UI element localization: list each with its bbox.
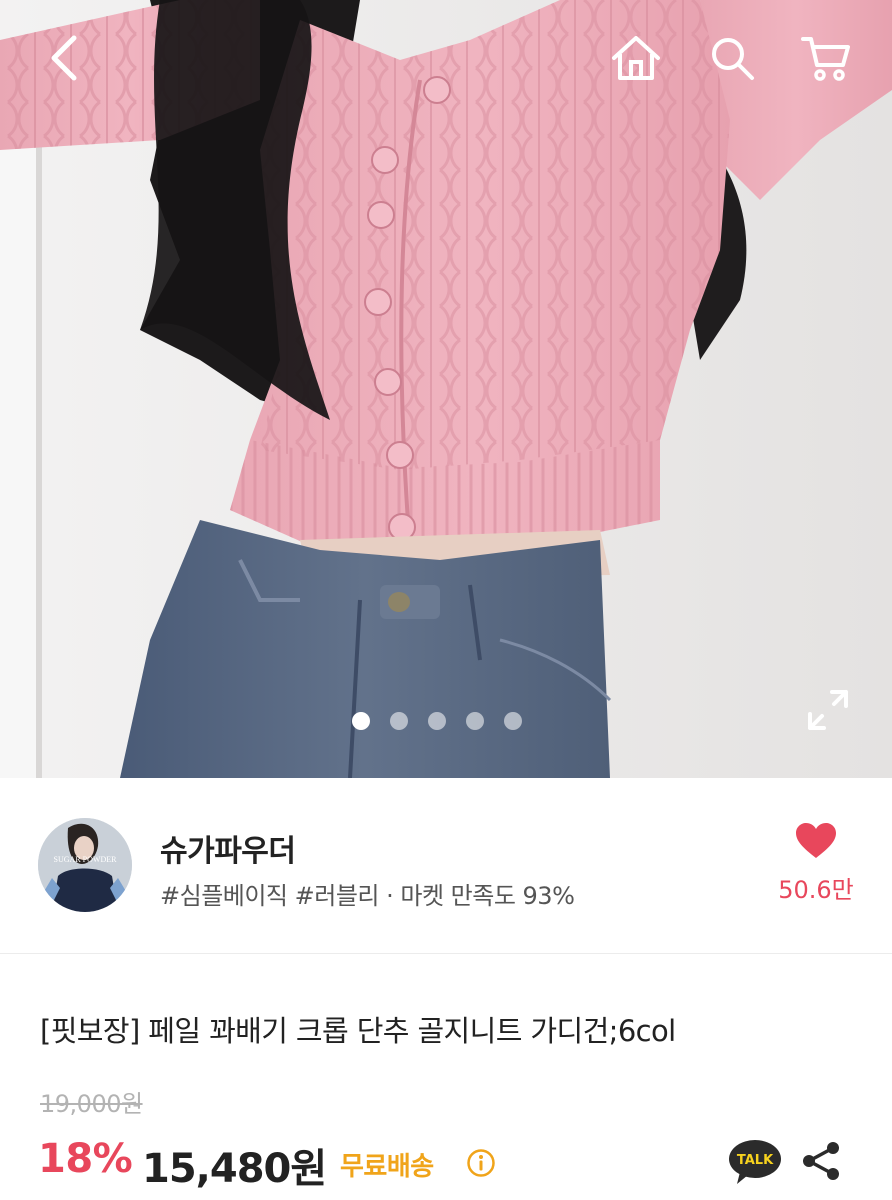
shipping-info-button[interactable] [466, 1148, 496, 1178]
product-photo [0, 0, 892, 778]
back-button[interactable] [36, 30, 92, 86]
chevron-left-icon [51, 35, 77, 81]
carousel-dot[interactable] [352, 712, 370, 730]
carousel-dot[interactable] [466, 712, 484, 730]
home-icon [612, 36, 660, 80]
expand-button[interactable] [804, 686, 852, 734]
search-button[interactable] [704, 30, 760, 86]
like-count: 50.6만 [778, 876, 854, 904]
original-price: 19,000원 [40, 1090, 143, 1118]
share-button[interactable] [800, 1140, 842, 1182]
carousel-dot[interactable] [428, 712, 446, 730]
store-avatar-text: SUGAR POWDER [54, 855, 118, 864]
product-title: [핏보장] 페일 꽈배기 크롭 단추 골지니트 가디건;6col [40, 1014, 676, 1048]
discount-rate: 18% [38, 1136, 133, 1182]
info-icon [467, 1149, 495, 1177]
carousel-indicator [352, 712, 522, 730]
store-tags: #심플베이직 #러블리 · 마켓 만족도 93% [160, 882, 575, 910]
product-image-gallery[interactable] [0, 0, 892, 778]
talk-label: TALK [737, 1153, 774, 1168]
carousel-dot[interactable] [504, 712, 522, 730]
store-avatar-image: SUGAR POWDER [38, 818, 132, 912]
free-shipping-label: 무료배송 [340, 1152, 434, 1182]
cart-button[interactable] [798, 30, 854, 86]
heart-icon [796, 823, 836, 858]
store-name[interactable]: 슈가파우더 [160, 826, 296, 870]
like-button[interactable]: 50.6만 [766, 822, 866, 905]
kakao-talk-button[interactable]: TALK [728, 1138, 782, 1186]
home-button[interactable] [608, 30, 664, 86]
carousel-dot[interactable] [390, 712, 408, 730]
store-info: SUGAR POWDER 슈가파우더 #심플베이직 #러블리 · 마켓 만족도 … [0, 778, 892, 954]
sale-price: 15,480원 [142, 1146, 327, 1192]
expand-icon [808, 690, 848, 730]
store-avatar[interactable]: SUGAR POWDER [38, 818, 132, 912]
talk-icon: TALK [729, 1140, 781, 1184]
share-icon [803, 1142, 839, 1180]
search-icon [712, 38, 754, 80]
cart-icon [801, 37, 850, 81]
